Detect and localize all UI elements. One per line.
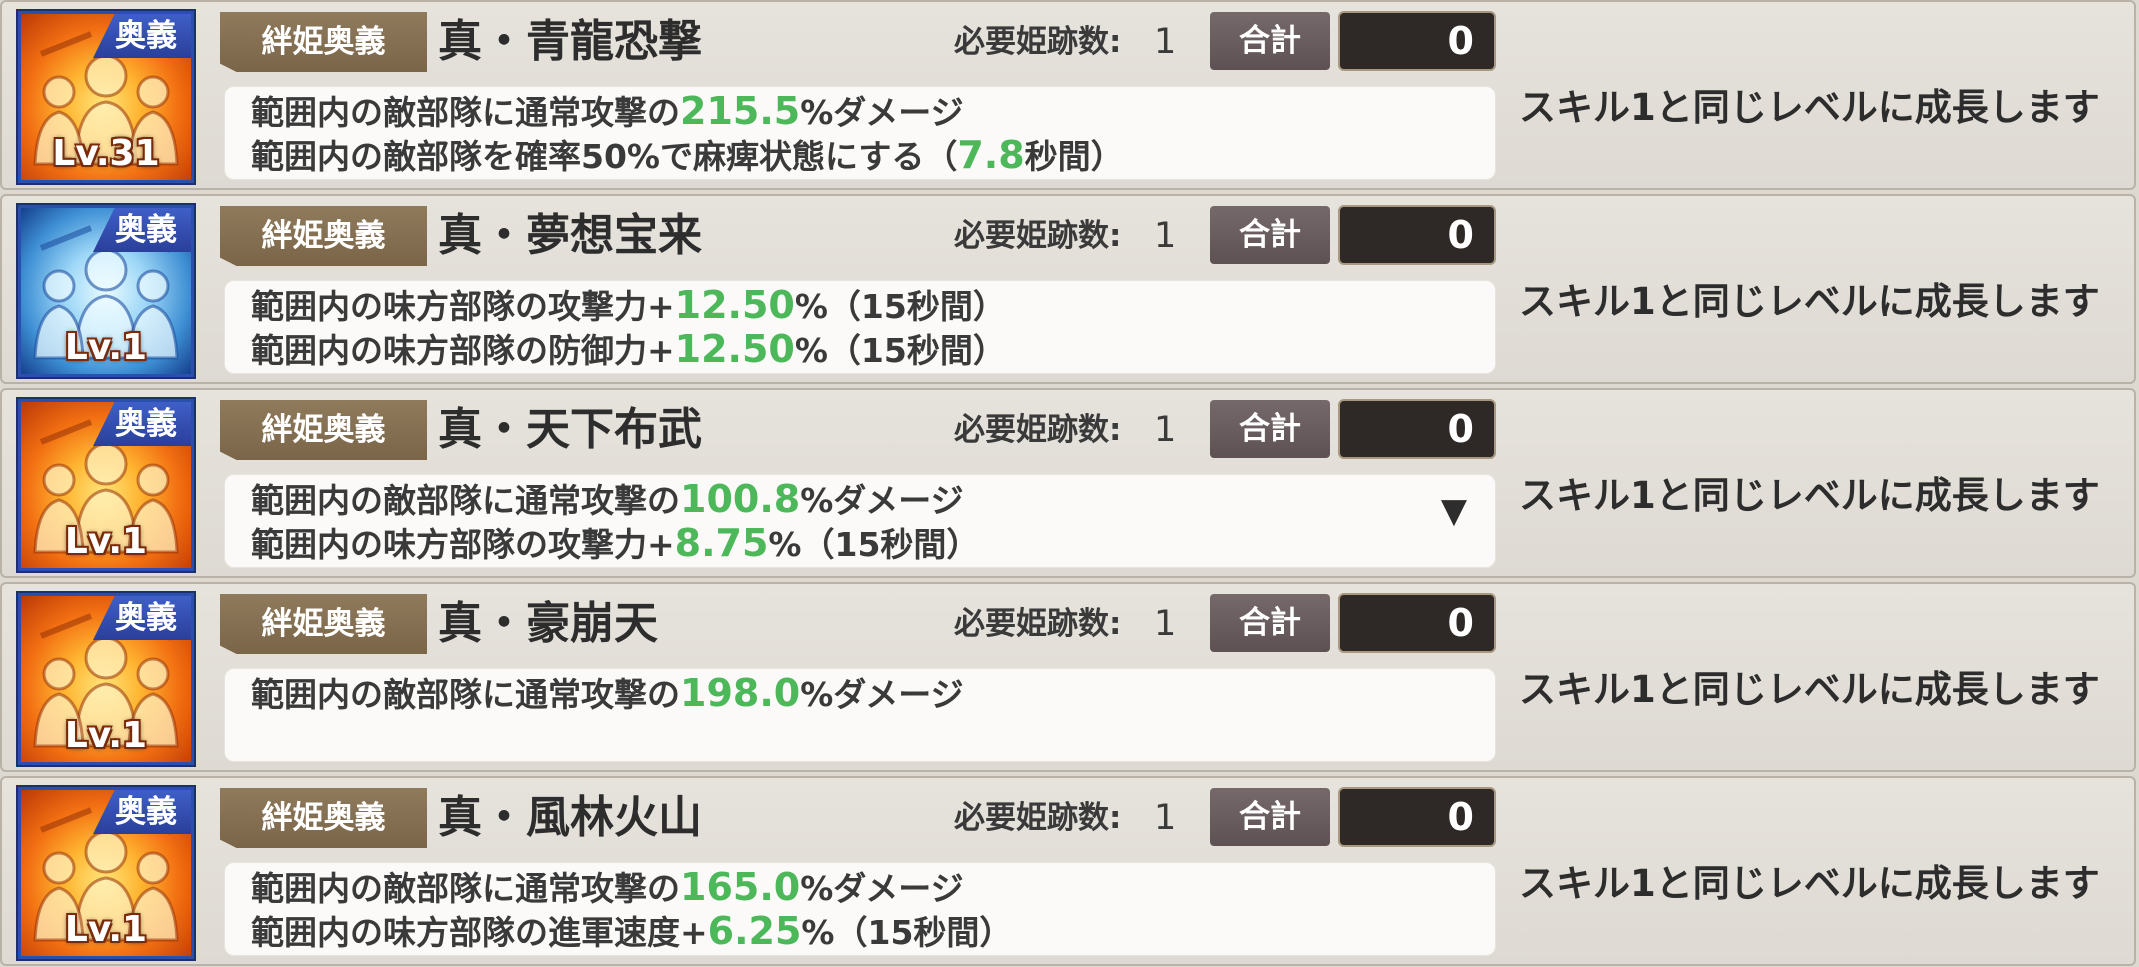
- description-text: 範囲内の敵部隊に通常攻撃の: [251, 93, 680, 132]
- skill-row[interactable]: 奥義 Lv.31 絆姫奥義 真・青龍恐撃 必要姫跡数: 1 合計 0 範囲内の敵部隊に通常攻撃の…: [0, 0, 2136, 190]
- effect-value: 7.8: [957, 133, 1025, 177]
- growth-note: スキル1と同じレベルに成長します: [1519, 86, 2100, 129]
- required-label: 必要姫跡数:: [954, 606, 1122, 642]
- growth-note: スキル1と同じレベルに成長します: [1519, 668, 2100, 711]
- skill-level: Lv.31: [52, 133, 160, 174]
- skill-type-tag: 絆姫奥義: [220, 594, 427, 654]
- expand-arrow-icon[interactable]: ▼: [1441, 491, 1467, 531]
- description-text: %（15秒間）: [794, 331, 1006, 370]
- skill-type-tag: 絆姫奥義: [220, 12, 427, 72]
- description-line: 範囲内の味方部隊の攻撃力+12.50%（15秒間）: [251, 283, 1495, 327]
- effect-value: 198.0: [680, 671, 801, 715]
- sum-button[interactable]: 合計: [1210, 594, 1330, 652]
- skill-name: 真・風林火山: [438, 792, 702, 843]
- description-text: %ダメージ: [800, 675, 964, 714]
- sum-value: 0: [1338, 205, 1496, 265]
- description-line: 範囲内の敵部隊に通常攻撃の215.5%ダメージ: [251, 89, 1495, 133]
- sum-value: 0: [1338, 11, 1496, 71]
- sum-value: 0: [1338, 787, 1496, 847]
- description-text: %（15秒間）: [794, 287, 1006, 326]
- description-text: %（15秒間）: [768, 525, 980, 564]
- skill-description: 範囲内の敵部隊に通常攻撃の165.0%ダメージ 範囲内の味方部隊の進軍速度+6.2…: [224, 862, 1496, 956]
- required-value: 1: [1154, 22, 1177, 62]
- required-label: 必要姫跡数:: [954, 412, 1122, 448]
- skill-type-tag: 絆姫奥義: [220, 206, 427, 266]
- skill-row[interactable]: 奥義 Lv.1 絆姫奥義 真・天下布武 必要姫跡数: 1 合計 0 範囲内の敵部隊に通常攻撃の1…: [0, 388, 2136, 578]
- description-line: 範囲内の敵部隊に通常攻撃の165.0%ダメージ: [251, 865, 1495, 909]
- skill-name: 真・青龍恐撃: [438, 16, 702, 67]
- description-text: 範囲内の敵部隊を確率50%で麻痺状態にする（: [251, 137, 958, 176]
- sum-button[interactable]: 合計: [1210, 12, 1330, 70]
- skill-level: Lv.1: [64, 521, 148, 562]
- skill-level: Lv.1: [64, 327, 148, 368]
- ice-warriors-icon[interactable]: 奥義 Lv.1: [18, 205, 194, 377]
- sum-button[interactable]: 合計: [1210, 400, 1330, 458]
- skill-row[interactable]: 奥義 Lv.1 絆姫奥義 真・夢想宝来 必要姫跡数: 1 合計 0 範囲内の味方部隊の攻撃力+1…: [0, 194, 2136, 384]
- fire-warriors-icon[interactable]: 奥義 Lv.1: [18, 399, 194, 571]
- required-label: 必要姫跡数:: [954, 24, 1122, 60]
- skill-description: 範囲内の味方部隊の攻撃力+12.50%（15秒間） 範囲内の味方部隊の防御力+12…: [224, 280, 1496, 374]
- sum-button[interactable]: 合計: [1210, 206, 1330, 264]
- skill-level: Lv.1: [64, 909, 148, 950]
- skill-type-tag: 絆姫奥義: [220, 400, 427, 460]
- effect-value: 8.75: [674, 521, 769, 565]
- skill-level: Lv.1: [64, 715, 148, 756]
- description-text: 範囲内の敵部隊に通常攻撃の: [251, 869, 680, 908]
- skill-type-tag: 絆姫奥義: [220, 788, 427, 848]
- growth-note: スキル1と同じレベルに成長します: [1519, 862, 2100, 905]
- fire-warriors-icon[interactable]: 奥義 Lv.1: [18, 593, 194, 765]
- description-line: 範囲内の味方部隊の進軍速度+6.25%（15秒間）: [251, 909, 1495, 953]
- description-text: 範囲内の敵部隊に通常攻撃の: [251, 675, 680, 714]
- fire-warriors-icon[interactable]: 奥義 Lv.1: [18, 787, 194, 959]
- description-text: 範囲内の味方部隊の進軍速度+: [251, 913, 708, 952]
- skill-row[interactable]: 奥義 Lv.1 絆姫奥義 真・風林火山 必要姫跡数: 1 合計 0 範囲内の敵部隊に通常攻撃の1…: [0, 776, 2136, 966]
- description-line: 範囲内の味方部隊の防御力+12.50%（15秒間）: [251, 327, 1495, 371]
- fire-warriors-icon[interactable]: 奥義 Lv.31: [18, 11, 194, 183]
- required-value: 1: [1154, 216, 1177, 256]
- description-text: 範囲内の味方部隊の防御力+: [251, 331, 675, 370]
- skill-row[interactable]: 奥義 Lv.1 絆姫奥義 真・豪崩天 必要姫跡数: 1 合計 0 範囲内の敵部隊に通常攻撃の19…: [0, 582, 2136, 772]
- required-value: 1: [1154, 410, 1177, 450]
- growth-note: スキル1と同じレベルに成長します: [1519, 474, 2100, 517]
- growth-note: スキル1と同じレベルに成長します: [1519, 280, 2100, 323]
- skill-description: 範囲内の敵部隊に通常攻撃の198.0%ダメージ: [224, 668, 1496, 762]
- sum-value: 0: [1338, 593, 1496, 653]
- skill-name: 真・夢想宝来: [438, 210, 702, 261]
- required-label: 必要姫跡数:: [954, 800, 1122, 836]
- skill-name: 真・天下布武: [438, 404, 702, 455]
- sum-button[interactable]: 合計: [1210, 788, 1330, 846]
- effect-value: 100.8: [680, 477, 801, 521]
- effect-value: 6.25: [707, 909, 802, 953]
- sum-value: 0: [1338, 399, 1496, 459]
- skill-description: 範囲内の敵部隊に通常攻撃の215.5%ダメージ 範囲内の敵部隊を確率50%で麻痺状…: [224, 86, 1496, 180]
- effect-value: 12.50: [674, 327, 795, 371]
- description-text: %ダメージ: [800, 869, 964, 908]
- effect-value: 12.50: [674, 283, 795, 327]
- description-text: 秒間）: [1024, 137, 1124, 176]
- required-value: 1: [1154, 798, 1177, 838]
- description-line: 範囲内の敵部隊に通常攻撃の100.8%ダメージ: [251, 477, 1495, 521]
- description-text: 範囲内の味方部隊の攻撃力+: [251, 287, 675, 326]
- required-label: 必要姫跡数:: [954, 218, 1122, 254]
- effect-value: 165.0: [680, 865, 801, 909]
- description-text: %ダメージ: [800, 93, 964, 132]
- effect-value: 215.5: [680, 89, 801, 133]
- description-text: 範囲内の味方部隊の攻撃力+: [251, 525, 675, 564]
- description-text: %ダメージ: [800, 481, 964, 520]
- description-text: 範囲内の敵部隊に通常攻撃の: [251, 481, 680, 520]
- description-line: 範囲内の敵部隊を確率50%で麻痺状態にする（7.8秒間）: [251, 133, 1495, 177]
- skill-name: 真・豪崩天: [438, 598, 658, 649]
- skill-description: 範囲内の敵部隊に通常攻撃の100.8%ダメージ 範囲内の味方部隊の攻撃力+8.75…: [224, 474, 1496, 568]
- description-line: 範囲内の味方部隊の攻撃力+8.75%（15秒間）: [251, 521, 1495, 565]
- description-line: 範囲内の敵部隊に通常攻撃の198.0%ダメージ: [251, 671, 1495, 715]
- required-value: 1: [1154, 604, 1177, 644]
- description-text: %（15秒間）: [801, 913, 1013, 952]
